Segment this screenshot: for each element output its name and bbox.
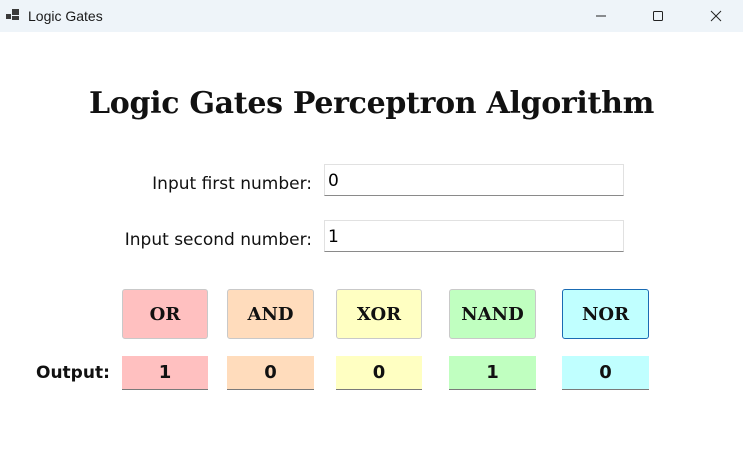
or-output: 1 <box>122 356 208 390</box>
and-output: 0 <box>227 356 314 390</box>
close-button[interactable] <box>687 0 743 32</box>
app-window: Logic Gates Logic Gates Perceptron Algor… <box>0 0 743 451</box>
title-bar[interactable]: Logic Gates <box>0 0 743 32</box>
minimize-icon <box>596 15 606 17</box>
nor-button[interactable]: NOR <box>562 289 649 339</box>
first-number-label: Input first number: <box>152 174 312 194</box>
first-number-input[interactable]: 0 <box>324 164 624 196</box>
app-window-icon <box>6 9 19 20</box>
window-title: Logic Gates <box>28 8 103 24</box>
maximize-icon <box>653 11 663 21</box>
xor-button[interactable]: XOR <box>336 289 422 339</box>
nor-output: 0 <box>562 356 649 390</box>
maximize-button[interactable] <box>629 0 687 32</box>
or-button[interactable]: OR <box>122 289 208 339</box>
minimize-button[interactable] <box>572 0 630 32</box>
close-icon <box>710 10 722 22</box>
second-number-input[interactable]: 1 <box>324 220 624 252</box>
nand-button[interactable]: NAND <box>449 289 536 339</box>
nand-output: 1 <box>449 356 536 390</box>
second-number-label: Input second number: <box>124 230 312 250</box>
xor-output: 0 <box>336 356 422 390</box>
and-button[interactable]: AND <box>227 289 314 339</box>
page-title: Logic Gates Perceptron Algorithm <box>88 86 655 121</box>
output-label: Output: <box>36 363 110 383</box>
